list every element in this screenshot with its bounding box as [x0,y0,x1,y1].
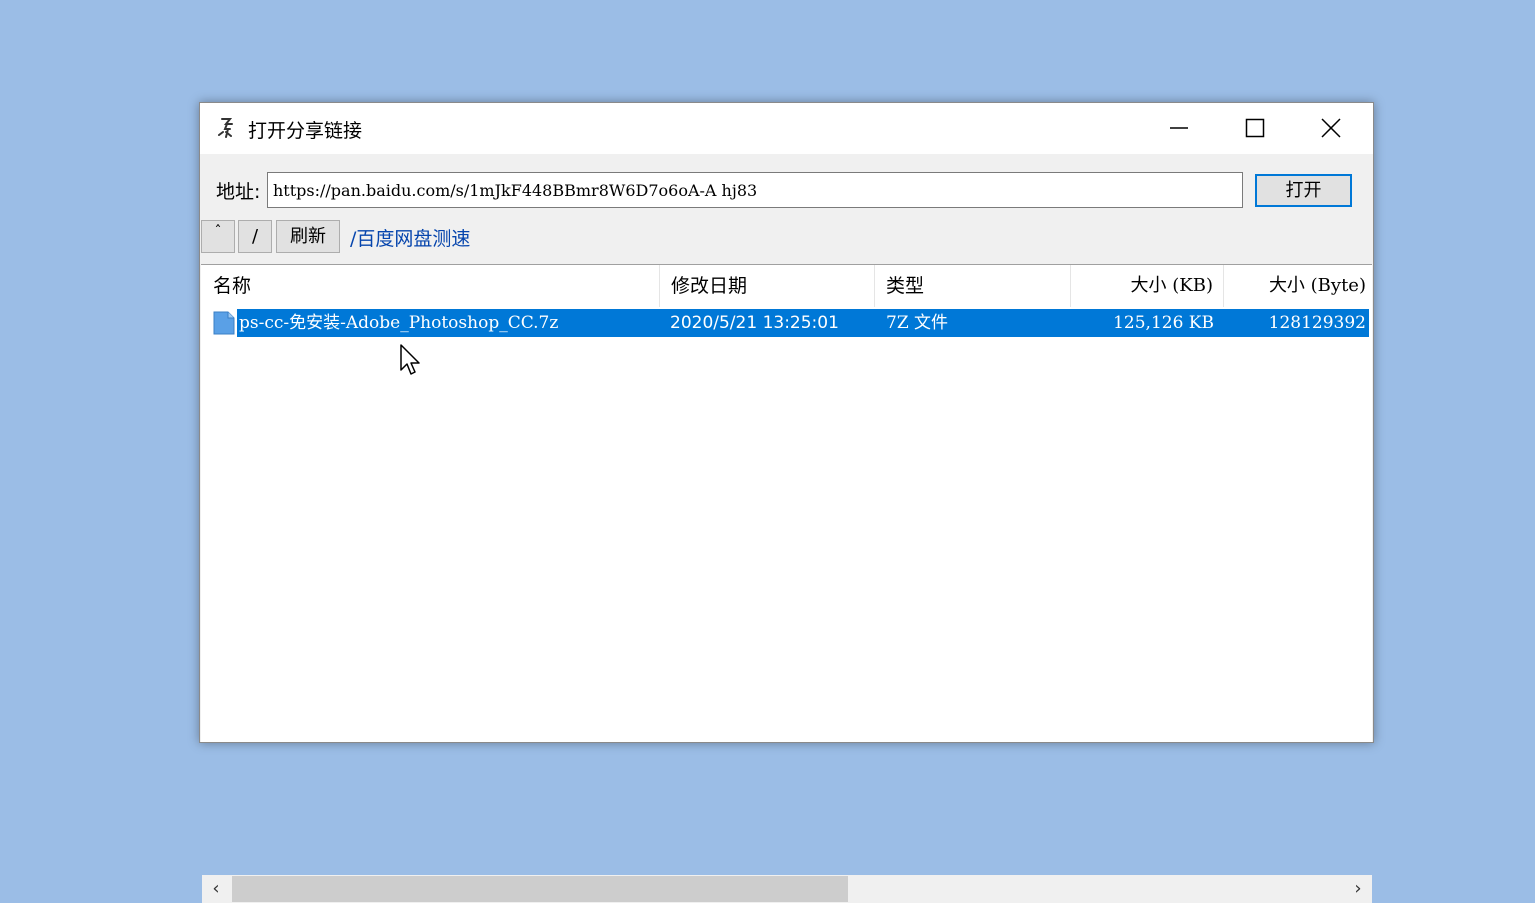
close-icon [1321,118,1341,138]
horizontal-scrollbar[interactable]: ‹ › [202,875,1372,903]
close-button[interactable] [1293,103,1369,154]
scroll-left-arrow-icon[interactable]: ‹ [202,875,230,903]
speed-test-link[interactable]: /百度网盘测速 [350,224,470,251]
address-input[interactable] [267,172,1243,208]
title-bar[interactable]: 打开分享链接 [200,103,1373,154]
column-header-size-kb[interactable]: 大小 (KB) [1071,265,1224,307]
scroll-thumb[interactable] [232,876,848,902]
column-header-name[interactable]: 名称 [201,265,660,307]
file-size-byte: 128129392 [1268,313,1366,333]
mouse-cursor-icon [400,344,420,375]
up-button[interactable]: ˆ [201,220,235,253]
column-header-size-byte[interactable]: 大小 (Byte) [1224,265,1370,307]
refresh-button[interactable]: 刷新 [276,220,340,253]
root-button[interactable]: / [238,220,272,253]
file-row[interactable]: ps-cc-免安装-Adobe_Photoshop_CC.7z 2020/5/2… [201,309,1370,337]
file-name: ps-cc-免安装-Adobe_Photoshop_CC.7z [239,313,559,333]
file-date: 2020/5/21 13:25:01 [670,313,839,333]
file-size-kb: 125,126 KB [1113,313,1214,333]
share-link-window: 打开分享链接 地址: 打开 ˆ / 刷新 /百度网盘测速 名称 修改日期 类型 … [199,102,1374,903]
file-list[interactable]: 名称 修改日期 类型 大小 (KB) 大小 (Byte) ps-cc-免安装-A… [201,264,1372,903]
address-label: 地址: [216,181,261,203]
file-type: 7Z 文件 [886,313,949,333]
minimize-icon [1170,127,1188,129]
minimize-button[interactable] [1141,103,1217,154]
column-header-type[interactable]: 类型 [875,265,1071,307]
maximize-icon [1245,118,1265,138]
window-title: 打开分享链接 [248,120,363,142]
app-icon [218,118,233,138]
scroll-right-arrow-icon[interactable]: › [1344,875,1372,903]
file-icon [213,311,235,335]
column-header-date[interactable]: 修改日期 [660,265,875,307]
open-button[interactable]: 打开 [1255,174,1352,207]
maximize-button[interactable] [1217,103,1293,154]
